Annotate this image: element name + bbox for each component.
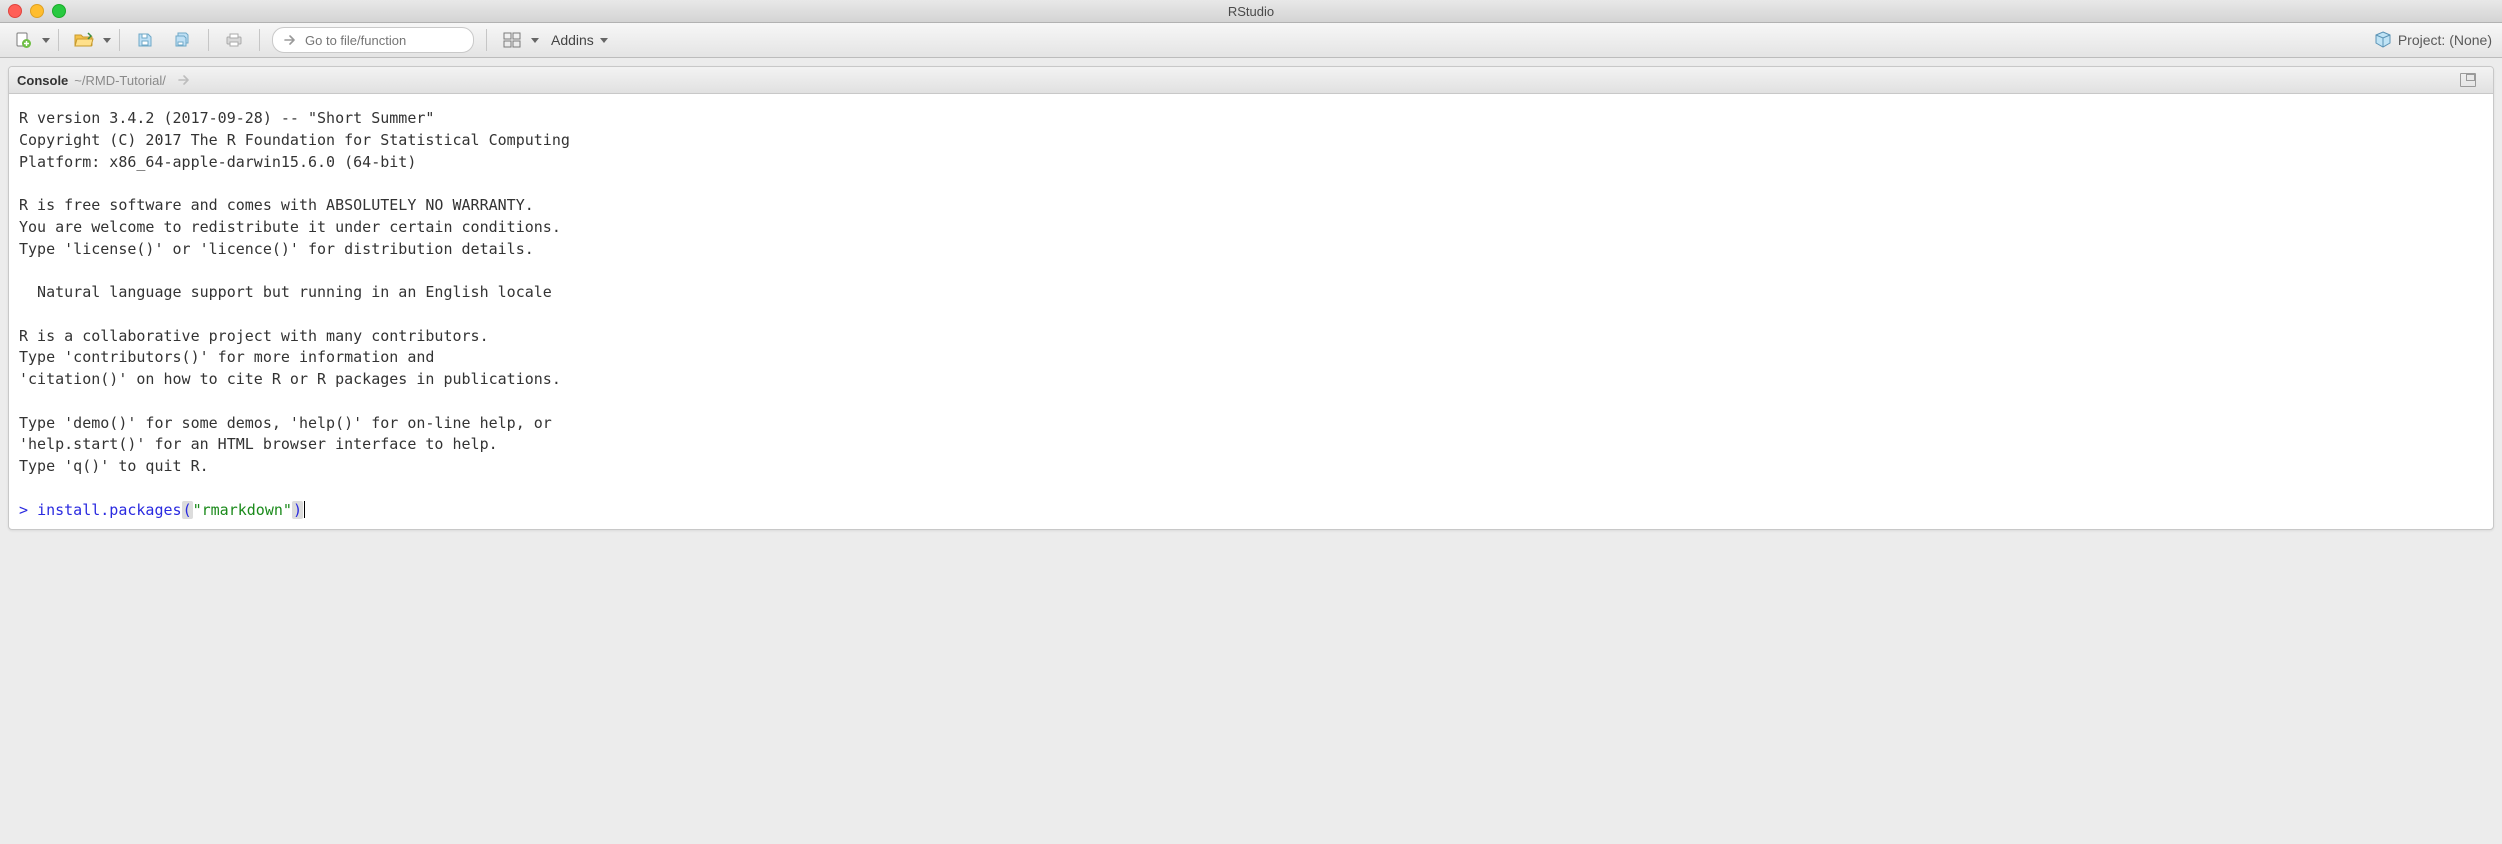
console-input-open-paren: ( (182, 501, 193, 519)
addins-label: Addins (551, 32, 594, 48)
window-title: RStudio (0, 4, 2502, 19)
minimize-window-button[interactable] (30, 4, 44, 18)
console-header: Console ~/RMD-Tutorial/ (9, 67, 2493, 94)
floppy-disk-icon (137, 32, 153, 48)
chevron-down-icon (42, 38, 50, 43)
console-input-arg: "rmarkdown" (193, 501, 292, 519)
print-button[interactable] (217, 27, 251, 53)
window-titlebar: RStudio (0, 0, 2502, 23)
panes-menu[interactable] (495, 27, 539, 53)
traffic-lights (8, 4, 66, 18)
save-all-button[interactable] (166, 27, 200, 53)
goto-input[interactable] (303, 32, 463, 49)
toolbar-separator (486, 29, 487, 51)
console-input-func: install.packages (37, 501, 182, 519)
new-file-icon (14, 31, 32, 49)
save-button[interactable] (128, 27, 162, 53)
main-toolbar: Addins Project: (None) (0, 23, 2502, 58)
toolbar-separator (119, 29, 120, 51)
popout-arrow-icon (177, 74, 191, 86)
floppy-disks-icon (174, 32, 192, 48)
new-file-menu[interactable] (6, 27, 50, 53)
close-window-button[interactable] (8, 4, 22, 18)
console-working-dir: ~/RMD-Tutorial/ (74, 73, 166, 88)
project-label: Project: (None) (2398, 32, 2492, 48)
zoom-window-button[interactable] (52, 4, 66, 18)
goto-file-function[interactable] (272, 27, 474, 53)
text-cursor (304, 501, 305, 518)
console-startup-text: R version 3.4.2 (2017-09-28) -- "Short S… (19, 109, 570, 475)
folder-open-icon (74, 32, 94, 48)
new-file-button[interactable] (6, 27, 40, 53)
toolbar-separator (208, 29, 209, 51)
console-pane: Console ~/RMD-Tutorial/ R version 3.4.2 … (8, 66, 2494, 530)
maximize-pane-button[interactable] (2451, 67, 2485, 93)
grid-panes-icon (503, 32, 521, 48)
open-project-button[interactable] (67, 27, 101, 53)
console-prompt: > (19, 501, 28, 519)
maximize-icon (2460, 73, 2476, 87)
panes-button[interactable] (495, 27, 529, 53)
open-project-menu[interactable] (67, 27, 111, 53)
toolbar-separator (259, 29, 260, 51)
project-menu[interactable]: Project: (None) (2374, 31, 2496, 49)
toolbar-separator (58, 29, 59, 51)
project-cube-icon (2374, 31, 2392, 49)
addins-menu[interactable]: Addins (543, 28, 616, 52)
chevron-down-icon (600, 38, 608, 43)
console-tab[interactable]: Console (17, 73, 68, 88)
open-wd-button[interactable] (170, 70, 198, 90)
chevron-down-icon (531, 38, 539, 43)
printer-icon (225, 32, 243, 48)
console-input-close-paren: ) (292, 501, 303, 519)
chevron-down-icon (103, 38, 111, 43)
goto-arrow-icon (283, 33, 297, 47)
console-body[interactable]: R version 3.4.2 (2017-09-28) -- "Short S… (9, 94, 2493, 529)
